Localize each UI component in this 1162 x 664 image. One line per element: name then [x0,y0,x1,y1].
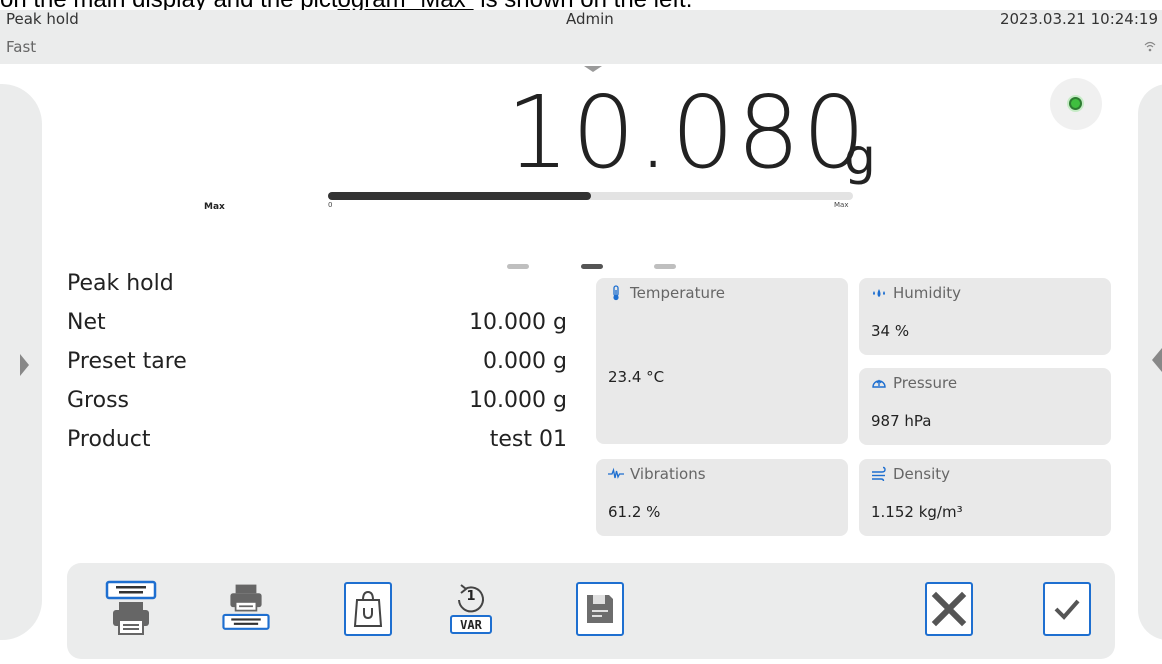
tare-button[interactable] [344,582,392,636]
vibrations-title: Vibrations [630,465,706,483]
variable-icon: 1 VAR [450,584,492,634]
vibrations-value: 61.2 % [608,503,661,521]
info-row: Net 10.000 g [67,310,567,335]
pressure-title: Pressure [893,374,958,392]
thermometer-icon [613,285,619,301]
density-value: 1.152 kg/m³ [871,503,963,521]
pull-down-handle[interactable] [584,66,602,72]
cancel-button[interactable] [925,582,973,636]
density-tile[interactable]: Density 1.152 kg/m³ [859,459,1111,536]
working-mode-label: Peak hold [6,10,79,28]
save-icon [587,595,613,623]
pressure-tile[interactable]: Pressure 987 hPa [859,368,1111,445]
humidity-value: 34 % [871,322,910,340]
page-indicator-2[interactable] [581,264,603,269]
temperature-title: Temperature [630,284,726,302]
shopping-bag-icon [353,590,383,627]
confirm-button[interactable] [1043,582,1091,636]
load-bar-min-label: 0 [328,201,333,209]
variable-label: VAR [460,618,482,632]
date-time-label: 2023.03.21 10:24:19 [999,10,1158,28]
max-pictogram: Max [204,202,225,212]
header-printout-button[interactable] [105,580,157,636]
load-bar [328,192,853,200]
wind-icon [872,466,886,482]
variable-button[interactable]: 1 VAR [445,580,497,636]
top-status-bar[interactable]: Peak hold Fast Admin 2023.03.21 10:24:19 [0,10,1162,64]
footer-print-icon [222,584,270,630]
checkmark-icon [1054,599,1080,620]
info-row: Product test 01 [67,427,567,452]
info-row: Preset tare 0.000 g [67,349,567,374]
footer-printout-button[interactable] [220,580,272,636]
status-dot-icon [1069,97,1082,110]
humidity-tile[interactable]: Humidity 34 % [859,278,1111,355]
expand-left-panel-icon[interactable] [20,354,29,376]
close-icon [931,591,967,627]
filter-speed-label: Fast [6,38,37,56]
wifi-icon [1144,40,1156,56]
load-bar-fill [328,192,591,200]
humidity-title: Humidity [893,284,962,302]
weighing-unit[interactable]: g [844,128,876,186]
header-print-icon [105,580,157,635]
left-side-panel[interactable] [0,84,42,640]
temperature-value: 23.4 °C [608,368,665,386]
temperature-tile[interactable]: Temperature 23.4 °C [596,278,848,444]
load-bar-max-label: Max [834,201,849,209]
status-indicator-button[interactable] [1050,78,1102,130]
quick-access-toolbar: 1 VAR [67,563,1115,659]
variable-counter: 1 [466,589,475,604]
expand-right-panel-icon[interactable] [1152,348,1162,372]
density-title: Density [893,465,951,483]
droplets-icon [873,289,885,297]
save-button[interactable] [576,582,624,636]
vibration-icon [608,467,624,479]
info-row: Peak hold [67,271,174,296]
gauge-icon [872,379,886,388]
page-indicator-3[interactable] [654,264,676,269]
info-fields: Peak hold Net 10.000 g Preset tare 0.000… [67,268,567,463]
logged-user-label: Admin [566,10,614,28]
right-side-panel[interactable] [1138,84,1162,640]
info-row: Gross 10.000 g [67,388,567,413]
pressure-value: 987 hPa [871,412,932,430]
vibrations-tile[interactable]: Vibrations 61.2 % [596,459,848,536]
weighing-result: 10.080 [506,74,868,191]
